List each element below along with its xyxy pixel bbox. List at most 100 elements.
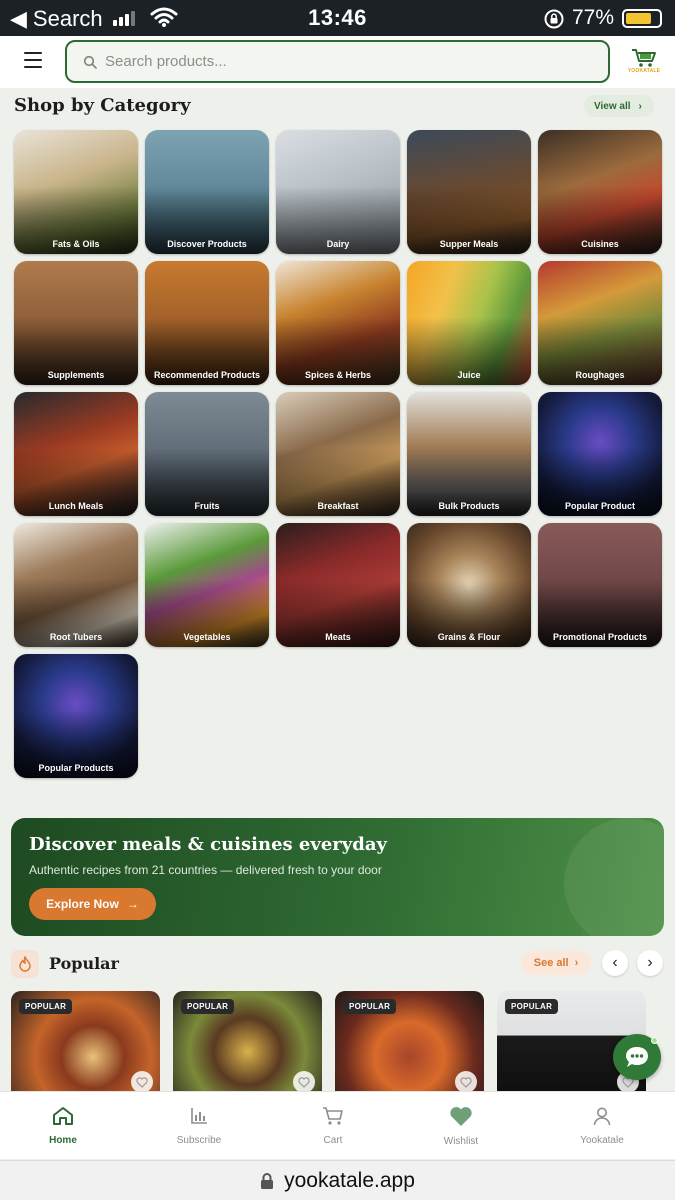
nav-item-home[interactable]: Home (8, 1106, 118, 1146)
category-tile-cuisines[interactable]: Cuisines (538, 130, 662, 254)
category-label: Juice (457, 370, 481, 380)
chevron-right-icon: › (574, 957, 579, 969)
category-tile-popular-products[interactable]: Popular Products (14, 654, 138, 778)
category-tile-roughages[interactable]: Roughages (538, 261, 662, 385)
promo-banner[interactable]: Discover meals & cuisines everyday Authe… (11, 818, 664, 936)
nav-item-subscribe[interactable]: Subscribe (144, 1106, 254, 1146)
category-tile-popular-product[interactable]: Popular Product (538, 392, 662, 516)
category-tile-grains-and-flour[interactable]: Grains & Flour (407, 523, 531, 647)
category-tile-spices-and-herbs[interactable]: Spices & Herbs (276, 261, 400, 385)
product-card[interactable]: POPULAR (335, 991, 484, 1101)
product-card[interactable]: POPULAR (11, 991, 160, 1101)
category-tile-meats[interactable]: Meats (276, 523, 400, 647)
nav-label: Yookatale (580, 1135, 624, 1146)
section-title-categories: Shop by Category (14, 95, 191, 116)
category-label: Vegetables (183, 632, 231, 642)
explore-now-button[interactable]: Explore Now → (29, 888, 156, 920)
rotation-lock-icon (544, 9, 564, 29)
explore-now-label: Explore Now (46, 897, 119, 911)
logo-text: YOOKATALE (627, 68, 661, 74)
nav-item-cart[interactable]: Cart (278, 1106, 388, 1146)
wishlist-heart-icon[interactable] (293, 1071, 315, 1093)
carousel-prev-button[interactable]: ‹ (602, 950, 628, 976)
category-tile-juice[interactable]: Juice (407, 261, 531, 385)
category-label: Supplements (47, 370, 105, 380)
category-label: Cuisines (581, 239, 619, 249)
category-label: Root Tubers (49, 632, 103, 642)
see-all-popular-button[interactable]: See all › (521, 951, 591, 975)
browser-url-bar[interactable]: yookatale.app (0, 1160, 675, 1200)
nav-label: Wishlist (443, 1136, 479, 1147)
category-tile-fruits[interactable]: Fruits (145, 392, 269, 516)
banner-subtitle: Authentic recipes from 21 countries — de… (29, 863, 382, 877)
category-tile-vegetables[interactable]: Vegetables (145, 523, 269, 647)
category-tile-supplements[interactable]: Supplements (14, 261, 138, 385)
popular-badge: POPULAR (343, 999, 397, 1014)
chat-button[interactable] (613, 1034, 661, 1080)
search-icon (83, 55, 97, 69)
category-label: Fruits (194, 501, 220, 511)
app-header: YOOKATALE (0, 36, 675, 88)
wishlist-heart-icon[interactable] (455, 1071, 477, 1093)
nav-item-yookatale[interactable]: Yookatale (547, 1106, 657, 1146)
category-tile-recommended-products[interactable]: Recommended Products (145, 261, 269, 385)
category-label: Roughages (575, 370, 625, 380)
banner-decoration (564, 818, 664, 936)
category-label: Fats & Oils (52, 239, 100, 249)
wishlist-heart-icon[interactable] (131, 1071, 153, 1093)
category-label: Breakfast (317, 501, 359, 511)
category-label: Grains & Flour (437, 632, 501, 642)
view-all-categories-button[interactable]: View all › (584, 95, 654, 117)
view-all-label: View all (594, 100, 631, 112)
chevron-right-icon: › (638, 100, 642, 112)
category-tile-root-tubers[interactable]: Root Tubers (14, 523, 138, 647)
nav-item-wishlist[interactable]: Wishlist (406, 1106, 516, 1147)
category-label: Popular Product (564, 501, 635, 511)
popular-badge: POPULAR (505, 999, 559, 1014)
lock-icon (261, 1172, 274, 1189)
category-label: Dairy (326, 239, 350, 249)
popular-badge: POPULAR (19, 999, 73, 1014)
category-label: Spices & Herbs (304, 370, 372, 380)
popular-badge: POPULAR (181, 999, 235, 1014)
search-input[interactable] (105, 53, 585, 70)
category-tile-discover-products[interactable]: Discover Products (145, 130, 269, 254)
category-tile-lunch-meals[interactable]: Lunch Meals (14, 392, 138, 516)
hamburger-icon[interactable] (24, 52, 42, 68)
category-tile-dairy[interactable]: Dairy (276, 130, 400, 254)
battery-icon (622, 9, 662, 28)
category-label: Bulk Products (438, 501, 500, 511)
fire-icon (11, 950, 39, 978)
home-icon (8, 1106, 118, 1131)
chevron-right-icon: › (647, 954, 653, 971)
url-text: yookatale.app (284, 1168, 415, 1192)
status-bar: ◀ Search 13:46 77% (0, 0, 675, 36)
product-card[interactable]: POPULAR (173, 991, 322, 1101)
category-tile-fats-and-oils[interactable]: Fats & Oils (14, 130, 138, 254)
battery-percent: 77% (572, 6, 615, 29)
logo-cart-icon (632, 49, 656, 67)
category-label: Discover Products (167, 239, 247, 249)
category-label: Recommended Products (153, 370, 261, 380)
banner-title: Discover meals & cuisines everyday (29, 834, 387, 855)
section-title-popular: Popular (49, 954, 119, 973)
category-tile-promotional-products[interactable]: Promotional Products (538, 523, 662, 647)
see-all-label: See all (533, 957, 569, 969)
category-tile-breakfast[interactable]: Breakfast (276, 392, 400, 516)
bar-chart-icon (144, 1106, 254, 1131)
bottom-navigation: Home Subscribe Cart Wishlist Yookatale (0, 1091, 675, 1159)
category-label: Promotional Products (552, 632, 647, 642)
search-bar[interactable] (65, 40, 610, 83)
category-tile-supper-meals[interactable]: Supper Meals (407, 130, 531, 254)
online-indicator (651, 1037, 658, 1044)
cart-icon (278, 1106, 388, 1131)
heart-icon (406, 1106, 516, 1132)
carousel-next-button[interactable]: › (637, 950, 663, 976)
chevron-left-icon: ‹ (612, 954, 618, 971)
arrow-right-icon: → (126, 897, 139, 911)
yookatale-logo[interactable]: YOOKATALE (625, 48, 663, 78)
category-tile-bulk-products[interactable]: Bulk Products (407, 392, 531, 516)
category-label: Lunch Meals (48, 501, 104, 511)
category-label: Popular Products (38, 763, 114, 773)
chat-bubble-icon (626, 1047, 648, 1067)
